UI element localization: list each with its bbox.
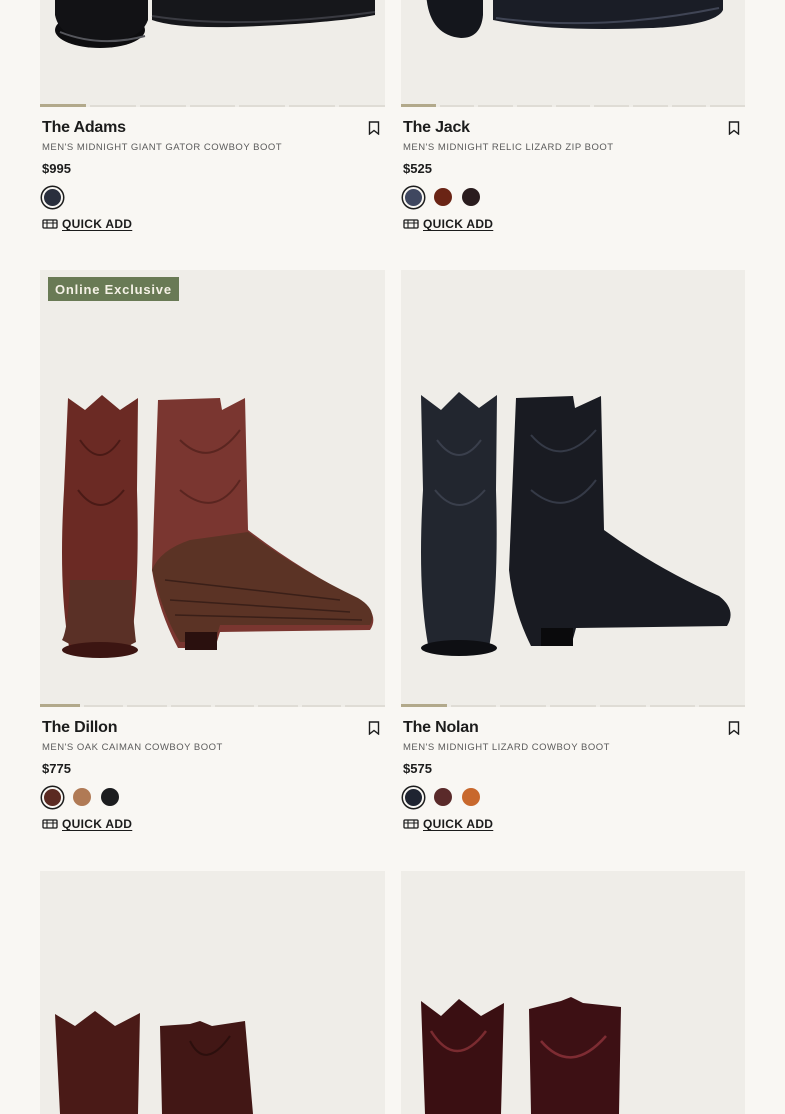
progress-segment: [594, 105, 630, 107]
boot-image: [55, 0, 376, 48]
quick-add-button[interactable]: QUICK ADD: [42, 217, 383, 231]
product-image[interactable]: [401, 270, 745, 707]
color-swatch[interactable]: [403, 786, 424, 808]
product-subtitle: Men's Oak Caiman Cowboy Boot: [42, 742, 223, 753]
product-card-nolan[interactable]: The Nolan Men's Midnight Lizard Cowboy B…: [401, 270, 745, 831]
progress-segment: [699, 705, 745, 707]
color-swatch[interactable]: [434, 188, 452, 206]
progress-segment: [139, 105, 186, 107]
product-card-5[interactable]: [40, 871, 385, 1114]
product-title[interactable]: The Adams: [42, 119, 126, 137]
progress-segment: [517, 105, 552, 107]
color-swatch[interactable]: [42, 786, 63, 808]
boot-image: [426, 0, 723, 38]
color-swatch[interactable]: [101, 788, 119, 806]
progress-segment: [478, 105, 514, 107]
product-image[interactable]: [401, 871, 745, 1114]
progress-segment: [40, 704, 80, 707]
progress-segment: [40, 104, 86, 107]
product-title[interactable]: The Nolan: [403, 719, 479, 737]
progress-segment: [83, 705, 124, 707]
product-title[interactable]: The Jack: [403, 119, 470, 137]
quick-add-label[interactable]: QUICK ADD: [62, 217, 132, 231]
quick-add-button[interactable]: QUICK ADD: [42, 817, 383, 831]
quick-add-button[interactable]: QUICK ADD: [403, 217, 743, 231]
product-image[interactable]: [401, 0, 745, 107]
progress-segment: [301, 705, 342, 707]
progress-segment: [439, 105, 475, 107]
product-image[interactable]: [40, 871, 385, 1114]
progress-segment: [710, 105, 745, 107]
progress-segment: [450, 705, 497, 707]
boot-image: [421, 997, 621, 1114]
color-swatch[interactable]: [434, 788, 452, 806]
bookmark-icon[interactable]: [368, 721, 380, 735]
image-progress: [40, 104, 385, 107]
product-price: $775: [42, 761, 71, 776]
online-exclusive-badge: Online Exclusive: [48, 277, 179, 301]
boot-image: [62, 395, 374, 658]
image-progress: [401, 704, 745, 707]
progress-segment: [671, 105, 707, 107]
product-title[interactable]: The Dillon: [42, 719, 118, 737]
color-swatches: [42, 786, 383, 808]
product-subtitle: Men's Midnight Giant Gator Cowboy Boot: [42, 142, 283, 153]
color-swatch[interactable]: [403, 186, 424, 208]
color-swatch[interactable]: [462, 788, 480, 806]
progress-segment: [189, 105, 236, 107]
progress-segment: [401, 704, 447, 707]
quick-add-label[interactable]: QUICK ADD: [423, 217, 493, 231]
progress-segment: [550, 705, 596, 707]
color-swatch[interactable]: [42, 186, 63, 208]
color-swatches: [403, 786, 743, 808]
cart-icon: [403, 819, 419, 829]
cart-icon: [42, 819, 58, 829]
product-card-adams[interactable]: The Adams Men's Midnight Giant Gator Cow…: [40, 0, 385, 231]
product-image[interactable]: [40, 0, 385, 107]
image-progress: [40, 704, 385, 707]
product-price: $575: [403, 761, 432, 776]
progress-segment: [339, 105, 385, 107]
progress-segment: [500, 705, 547, 707]
quick-add-label[interactable]: QUICK ADD: [62, 817, 132, 831]
product-card-dillon[interactable]: Online Exclusive The Dillon Men's Oak Ca…: [40, 270, 385, 831]
progress-segment: [649, 705, 696, 707]
product-subtitle: Men's Midnight Relic Lizard Zip Boot: [403, 142, 614, 153]
bookmark-icon[interactable]: [728, 721, 740, 735]
progress-segment: [345, 705, 385, 707]
product-image[interactable]: Online Exclusive: [40, 270, 385, 707]
progress-segment: [239, 105, 286, 107]
boot-image: [55, 1011, 253, 1114]
progress-segment: [89, 105, 136, 107]
cart-icon: [403, 219, 419, 229]
color-swatches: [42, 186, 383, 208]
product-card-jack[interactable]: The Jack Men's Midnight Relic Lizard Zip…: [401, 0, 745, 231]
progress-segment: [214, 705, 255, 707]
progress-segment: [599, 705, 646, 707]
quick-add-label[interactable]: QUICK ADD: [423, 817, 493, 831]
color-swatch[interactable]: [73, 788, 91, 806]
color-swatch[interactable]: [462, 188, 480, 206]
bookmark-icon[interactable]: [368, 121, 380, 135]
progress-segment: [170, 705, 211, 707]
progress-segment: [555, 105, 591, 107]
product-price: $525: [403, 161, 432, 176]
product-card-6[interactable]: [401, 871, 745, 1114]
product-price: $995: [42, 161, 71, 176]
progress-segment: [127, 705, 167, 707]
progress-segment: [633, 105, 668, 107]
boot-image: [421, 392, 731, 656]
progress-segment: [289, 105, 336, 107]
bookmark-icon[interactable]: [728, 121, 740, 135]
progress-segment: [401, 104, 436, 107]
quick-add-button[interactable]: QUICK ADD: [403, 817, 743, 831]
color-swatches: [403, 186, 743, 208]
cart-icon: [42, 219, 58, 229]
progress-segment: [258, 705, 298, 707]
image-progress: [401, 104, 745, 107]
product-subtitle: Men's Midnight Lizard Cowboy Boot: [403, 742, 610, 753]
